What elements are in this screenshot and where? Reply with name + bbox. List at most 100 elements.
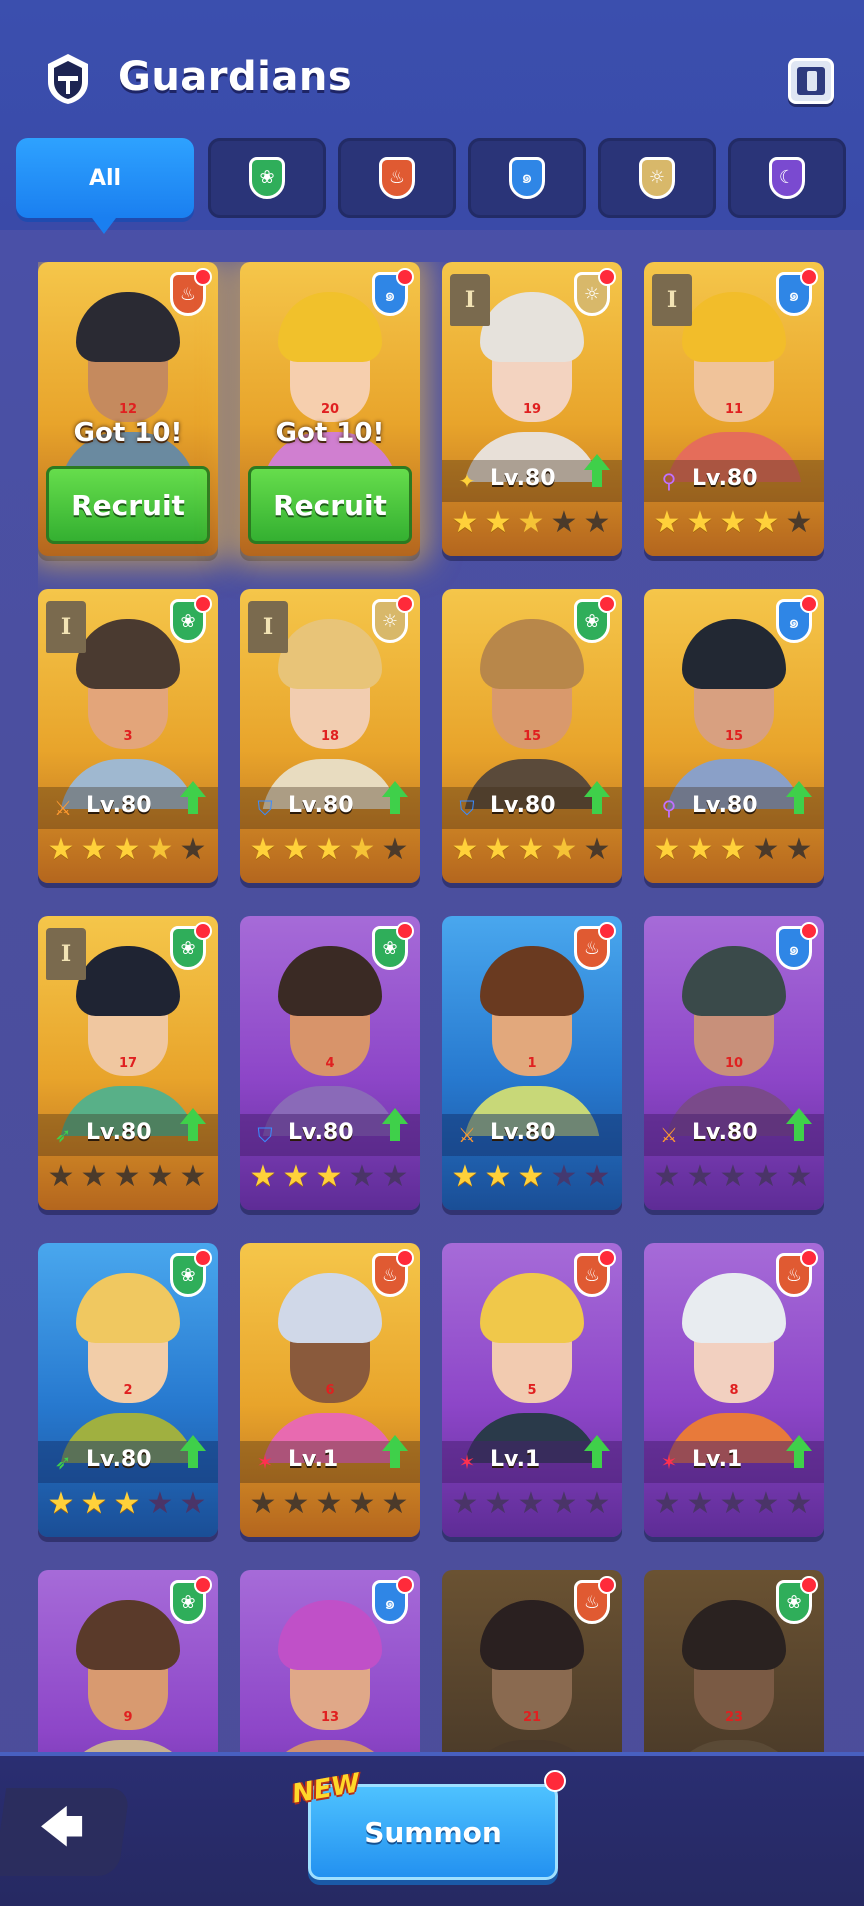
bow-role-icon: ➶ (54, 1123, 72, 1147)
upgrade-arrow-icon (584, 454, 610, 490)
guardian-id: 1 (527, 1056, 537, 1071)
portrait-hair (682, 1273, 786, 1343)
star-icon: ★ (80, 1486, 108, 1521)
upgrade-arrow-icon (786, 1108, 812, 1144)
portrait-body (262, 1740, 398, 1752)
upgrade-arrow-icon (584, 781, 610, 817)
star-icon: ★ (719, 1486, 747, 1521)
upgrade-arrow-icon (584, 1435, 610, 1471)
star-icon: ★ (179, 1486, 207, 1521)
level-label: Lv.80 (86, 1447, 152, 1472)
portrait-hair (682, 619, 786, 689)
guardian-card[interactable]: 15 ❀ ⛉ Lv.80 ★ ★ ★ ★ ★ (442, 589, 622, 883)
guardian-card[interactable]: 19 I ☼ ✦ Lv.80 ★ ★ ★ ★ ★ (442, 262, 622, 556)
guardian-card[interactable]: 9 ❀ (38, 1570, 218, 1752)
portrait-hair (76, 946, 180, 1016)
star-icon: ★ (348, 1159, 376, 1194)
guardian-id: 15 (724, 729, 744, 744)
portrait-hair (480, 1273, 584, 1343)
tab-all[interactable]: All (16, 138, 194, 234)
notification-dot (194, 1249, 212, 1267)
guardian-id: 10 (724, 1056, 744, 1071)
guardian-card[interactable]: 1 ♨ ⚔ Lv.80 ★ ★ ★ ★ ★ (442, 916, 622, 1210)
leaf-shield-icon: ❀ (249, 157, 285, 199)
guardian-card[interactable]: 17 I ❀ ➶ Lv.80 ★ ★ ★ ★ ★ (38, 916, 218, 1210)
notification-dot (800, 268, 818, 286)
notification-dot (800, 1576, 818, 1594)
level-bar: ✦ Lv.80 (442, 454, 622, 502)
guardian-card[interactable]: 18 I ☼ ⛉ Lv.80 ★ ★ ★ ★ ★ (240, 589, 420, 883)
portrait-hair (76, 619, 180, 689)
portrait-hair (278, 946, 382, 1016)
level-bar: ⚔ Lv.80 (442, 1114, 622, 1156)
guardian-card[interactable]: 11 I ๑ ⚲ Lv.80 ★ ★ ★ ★ ★ (644, 262, 824, 556)
staff-role-icon: ⚲ (661, 469, 677, 493)
star-icon: ★ (315, 832, 343, 867)
upgrade-arrow-icon (786, 781, 812, 817)
star-icon: ★ (719, 832, 747, 867)
sun-shield-icon: ☼ (639, 157, 675, 199)
level-bar: ➶ Lv.80 (38, 1435, 218, 1483)
guardian-id: 18 (320, 729, 340, 744)
back-button[interactable]: 🡄 (0, 1788, 131, 1876)
recruit-button[interactable]: Recruit (46, 466, 210, 544)
star-icon: ★ (348, 1486, 376, 1521)
notification-dot (194, 1576, 212, 1594)
recruit-button[interactable]: Recruit (248, 466, 412, 544)
guardian-card[interactable]: 10 ๑ ⚔ Lv.80 ★ ★ ★ ★ ★ (644, 916, 824, 1210)
star-icon: ★ (113, 1486, 141, 1521)
level-label: Lv.80 (490, 1120, 556, 1145)
guardian-card[interactable]: 20 ๑ Got 10! Recruit (240, 262, 420, 556)
tab-sun[interactable]: ☼ (598, 138, 716, 218)
portrait-hair (76, 292, 180, 362)
star-icon: ★ (47, 832, 75, 867)
star-icon: ★ (179, 832, 207, 867)
upgrade-arrow-icon (180, 781, 206, 817)
guardian-id: 20 (320, 402, 340, 417)
tab-leaf[interactable]: ❀ (208, 138, 326, 218)
star-icon: ★ (282, 1486, 310, 1521)
level-bar: ⛉ Lv.80 (240, 781, 420, 829)
upgrade-arrow-icon (382, 1435, 408, 1471)
guardian-card[interactable]: 13 ๑ (240, 1570, 420, 1752)
sword-role-icon: ⚔ (458, 1123, 476, 1147)
guardian-card[interactable]: 4 ❀ ⛉ Lv.80 ★ ★ ★ ★ ★ (240, 916, 420, 1210)
star-icon: ★ (146, 1486, 174, 1521)
tab-flame[interactable]: ♨ (338, 138, 456, 218)
shield-role-icon: ⛉ (257, 1123, 273, 1147)
star-icon: ★ (381, 1486, 409, 1521)
tab-water[interactable]: ๑ (468, 138, 586, 218)
notification-dot (396, 1249, 414, 1267)
shield-role-icon: ⛉ (257, 796, 273, 820)
notification-dot (598, 1249, 616, 1267)
level-bar: ✶ Lv.1 (240, 1435, 420, 1483)
tab-moon[interactable]: ☾ (728, 138, 846, 218)
tier-tower-icon: I (46, 601, 86, 653)
notification-dot (194, 595, 212, 613)
star-icon: ★ (146, 1159, 174, 1194)
upgrade-arrow-icon (180, 1435, 206, 1471)
guardian-card[interactable]: 23 ❀ (644, 1570, 824, 1752)
guardian-card[interactable]: 8 ♨ ✶ Lv.1 ★ ★ ★ ★ ★ (644, 1243, 824, 1537)
guardian-id: 23 (724, 1710, 744, 1725)
guardian-card[interactable]: 6 ♨ ✶ Lv.1 ★ ★ ★ ★ ★ (240, 1243, 420, 1537)
guardian-grid: 12 ♨ Got 10! Recruit 20 ๑ Got 10! Recruit 19 I ☼ ✦ L… (38, 262, 828, 1752)
portrait-hair (682, 1600, 786, 1670)
guardian-id: 13 (320, 1710, 340, 1725)
guardian-id: 19 (522, 402, 542, 417)
guardian-card[interactable]: 3 I ❀ ⚔ Lv.80 ★ ★ ★ ★ ★ (38, 589, 218, 883)
tier-tower-icon: I (46, 928, 86, 980)
level-label: Lv.80 (490, 793, 556, 818)
notification-dot (800, 922, 818, 940)
star-icon: ★ (653, 1486, 681, 1521)
codex-button[interactable] (788, 58, 834, 104)
guardian-card[interactable]: 21 ♨ (442, 1570, 622, 1752)
star-icon: ★ (517, 832, 545, 867)
star-icon: ★ (686, 1159, 714, 1194)
guardian-id: 17 (118, 1056, 138, 1071)
guardian-card[interactable]: 12 ♨ Got 10! Recruit (38, 262, 218, 556)
star-icon: ★ (583, 1486, 611, 1521)
guardian-card[interactable]: 5 ♨ ✶ Lv.1 ★ ★ ★ ★ ★ (442, 1243, 622, 1537)
guardian-card[interactable]: 2 ❀ ➶ Lv.80 ★ ★ ★ ★ ★ (38, 1243, 218, 1537)
guardian-card[interactable]: 15 ๑ ⚲ Lv.80 ★ ★ ★ ★ ★ (644, 589, 824, 883)
